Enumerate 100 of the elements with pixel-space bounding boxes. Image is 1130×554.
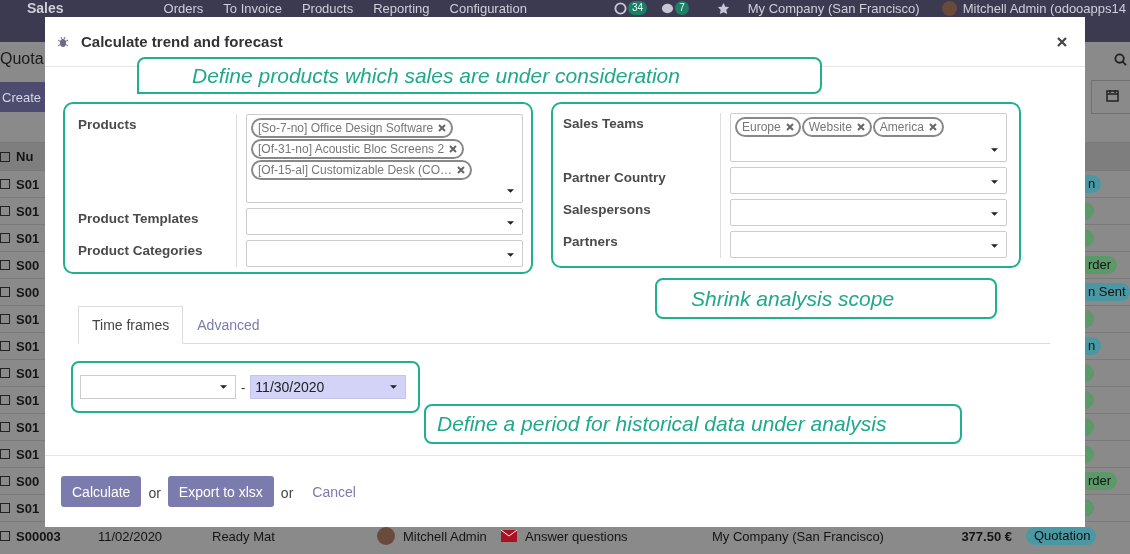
callout: Shrink analysis scope xyxy=(655,278,997,319)
callout: Define a period for historical data under analysis xyxy=(424,404,962,444)
search-icon[interactable] xyxy=(1114,52,1127,66)
checkbox[interactable] xyxy=(0,179,10,189)
field-label: Product Categories xyxy=(77,242,204,260)
tag-label: [So-7-no] Office Design Software xyxy=(258,121,434,135)
table-cell-text: S01 xyxy=(16,311,41,327)
menu-item[interactable]: To Invoice xyxy=(223,1,282,16)
caret-icon[interactable] xyxy=(991,212,998,216)
menu-item[interactable]: Products xyxy=(301,1,354,16)
checkbox[interactable] xyxy=(0,151,10,162)
table-cell-text: S01 xyxy=(16,500,41,516)
tag-label: Europe xyxy=(742,120,781,134)
tab[interactable]: Advanced xyxy=(183,306,274,344)
menu-item[interactable]: Reporting xyxy=(373,1,430,16)
table-cell-text: S00 xyxy=(16,473,41,489)
remove-icon[interactable] xyxy=(438,124,447,132)
tag-label: [Of-15-al] Customizable Desk (CO… xyxy=(258,163,453,177)
checkbox[interactable] xyxy=(0,314,10,324)
caret-icon[interactable] xyxy=(390,385,398,389)
status-badge: Quotation xyxy=(1026,527,1097,545)
checkbox[interactable] xyxy=(0,503,10,513)
tag[interactable]: Website xyxy=(801,117,872,137)
remove-icon[interactable] xyxy=(856,123,865,131)
tag[interactable]: [Of-31-no] Acoustic Bloc Screens 2 xyxy=(251,139,465,159)
range-separator: - xyxy=(241,379,246,395)
field-label: Partners xyxy=(562,233,619,251)
tab[interactable]: Time frames xyxy=(78,306,184,344)
table-cell-text: 377.50 € xyxy=(960,528,1012,544)
table-cell-text: S01 xyxy=(16,203,41,219)
tag[interactable]: Europe xyxy=(735,117,801,137)
remove-icon[interactable] xyxy=(928,123,937,131)
table-cell-text: S01 xyxy=(16,338,41,354)
user-menu[interactable]: Mitchell Admin (odooapps14 xyxy=(962,1,1126,16)
remove-icon[interactable] xyxy=(457,166,466,174)
star-icon[interactable] xyxy=(716,2,730,15)
or-text: or xyxy=(148,484,161,501)
caret-icon[interactable] xyxy=(507,221,514,225)
many2many-field[interactable] xyxy=(246,240,523,267)
checkbox[interactable] xyxy=(0,422,10,432)
field-label: Sales Teams xyxy=(562,115,645,133)
dialog-title: Calculate trend and forecast xyxy=(81,33,283,50)
many2many-field[interactable] xyxy=(730,231,1007,258)
remove-icon[interactable] xyxy=(785,123,794,131)
calculate-button[interactable]: Calculate xyxy=(61,476,142,507)
checkbox[interactable] xyxy=(0,206,10,216)
checkbox[interactable] xyxy=(0,233,10,243)
table-cell-text: 11/02/2020 xyxy=(98,528,164,544)
many2many-field[interactable]: [So-7-no] Office Design Software [Of-31-no] Acoustic Bloc Screens 2 [Of-15-al] Customizable Desk (CO… xyxy=(246,114,523,203)
menu-item[interactable]: Configuration xyxy=(449,1,527,16)
breadcrumb: Quota xyxy=(0,50,44,68)
calendar-icon xyxy=(1106,89,1119,102)
many2many-field[interactable]: Europe Website America xyxy=(730,113,1007,162)
table-cell-text: S01 xyxy=(16,392,41,408)
date-to-field[interactable]: 11/30/2020 xyxy=(250,375,407,399)
caret-icon[interactable] xyxy=(507,253,514,257)
calendar-view-button[interactable] xyxy=(1091,80,1130,114)
close-icon[interactable] xyxy=(1057,36,1067,47)
tag[interactable]: [So-7-no] Office Design Software xyxy=(251,118,454,138)
date-from-field[interactable] xyxy=(80,375,236,399)
checkbox[interactable] xyxy=(0,449,10,459)
remove-icon[interactable] xyxy=(449,145,458,153)
caret-icon[interactable] xyxy=(991,148,998,152)
many2many-field[interactable] xyxy=(730,167,1007,194)
caret-icon[interactable] xyxy=(991,244,998,248)
checkbox[interactable] xyxy=(0,341,10,351)
field-label: Salespersons xyxy=(562,201,652,219)
table-cell-text: S00003 xyxy=(16,528,62,544)
tag-label: Website xyxy=(808,120,852,134)
field-label: Product Templates xyxy=(77,210,200,228)
cancel-link[interactable]: Cancel xyxy=(312,483,356,500)
avatar-icon xyxy=(377,527,395,545)
tag[interactable]: America xyxy=(872,117,944,137)
caret-icon[interactable] xyxy=(220,385,227,389)
create-button[interactable]: Create xyxy=(0,82,48,112)
checkbox[interactable] xyxy=(0,395,10,405)
caret-icon[interactable] xyxy=(991,180,998,184)
company-switcher[interactable]: My Company (San Francisco) xyxy=(747,1,920,16)
checkbox[interactable] xyxy=(0,287,10,297)
envelope-icon[interactable] xyxy=(501,530,517,542)
menu-item[interactable]: Orders xyxy=(163,1,204,16)
table-cell-text: S01 xyxy=(16,176,41,192)
caret-icon[interactable] xyxy=(507,189,514,193)
callout: Define products which sales are under consideration xyxy=(137,57,822,94)
checkbox[interactable] xyxy=(0,368,10,378)
checkbox[interactable] xyxy=(0,531,10,541)
checkbox[interactable] xyxy=(0,476,10,486)
message-count-badge: 7 xyxy=(675,1,689,15)
activity-count-badge: 34 xyxy=(628,1,648,15)
table-cell-text: My Company (San Francisco) xyxy=(712,528,885,544)
app-name[interactable]: Sales xyxy=(27,1,64,16)
many2many-field[interactable] xyxy=(730,199,1007,226)
chat-icon[interactable] xyxy=(661,2,675,15)
clock-icon[interactable] xyxy=(614,2,628,15)
many2many-field[interactable] xyxy=(246,208,523,235)
checkbox[interactable] xyxy=(0,260,10,270)
tag[interactable]: [Of-15-al] Customizable Desk (CO… xyxy=(251,160,473,180)
export-button[interactable]: Export to xlsx xyxy=(167,476,274,507)
table-cell-text: S01 xyxy=(16,365,41,381)
bug-icon xyxy=(57,35,69,48)
